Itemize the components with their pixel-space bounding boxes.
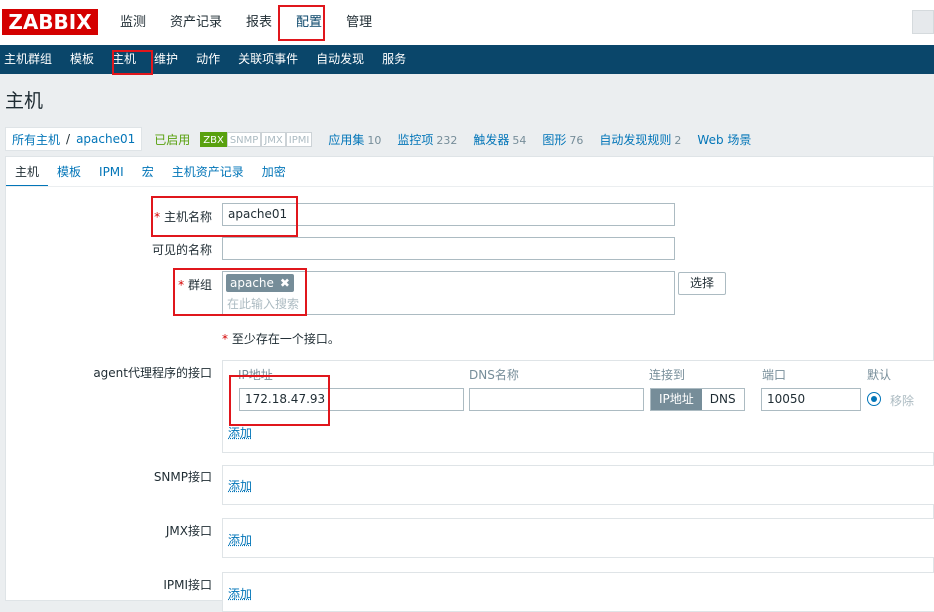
highlight-hosts-subnav [112,50,153,75]
stat-count: 2 [674,133,682,147]
stat-label: 监控项 [397,132,434,147]
nav-reports[interactable]: 报表 [234,0,284,45]
host-form-panel: 主机 模板 IPMI 宏 主机资产记录 加密 * 主机名称 apache01 可… [5,156,934,612]
snmp-add-link[interactable]: 添加 [228,477,252,494]
breadcrumb-box: 所有主机 / apache01 [5,127,143,151]
ipmi-interface-label: IPMI接口 [163,578,212,592]
default-interface-radio[interactable] [867,392,881,406]
stat-items[interactable]: 监控项 232 [397,131,457,148]
tab-macros[interactable]: 宏 [133,157,163,187]
badge-zbx: ZBX [200,131,227,147]
agent-add-link[interactable]: 添加 [228,424,252,441]
ipmi-interface-box [222,572,934,612]
search-field[interactable] [912,10,934,34]
snmp-interface-box [222,465,934,505]
connect-to-toggle: IP地址 DNS [650,388,745,411]
jmx-interface-box [222,518,934,558]
tab-templates[interactable]: 模板 [48,157,90,187]
stat-count: 76 [569,133,584,147]
stat-label: 触发器 [473,132,510,147]
stat-label: 应用集 [328,132,365,147]
tabs-divider [6,186,933,187]
subnav-templates[interactable]: 模板 [61,45,103,74]
main-nav: 监测 资产记录 报表 配置 管理 [108,0,384,45]
connect-ip-option[interactable]: IP地址 [651,389,702,410]
visible-name-input[interactable] [222,237,675,260]
subnav-services[interactable]: 服务 [373,45,415,74]
visible-name-label: 可见的名称 [151,243,212,257]
tab-encryption[interactable]: 加密 [253,157,295,187]
stat-graphs[interactable]: 图形 76 [542,131,583,148]
col-header-dns: DNS名称 [469,368,519,382]
stat-count: 232 [436,133,458,147]
dns-name-input[interactable] [469,388,644,411]
breadcrumb-current-host[interactable]: apache01 [76,132,135,146]
highlight-groups [173,268,307,316]
top-header: ZABBIX 监测 资产记录 报表 配置 管理 [0,0,934,45]
interface-required-note: * 至少存在一个接口。 [222,330,340,347]
tab-host[interactable]: 主机 [6,157,49,187]
interface-note-text: 至少存在一个接口。 [231,332,340,346]
page-title: 主机 [5,90,44,112]
form-tabs: 主机 模板 IPMI 宏 主机资产记录 加密 [6,157,295,187]
breadcrumb-separator: / [66,132,71,146]
availability-badges: ZBX SNMP JMX IPMI [200,131,313,147]
col-header-connect: 连接到 [649,368,686,382]
badge-jmx: JMX [261,131,286,147]
col-header-default: 默认 [867,368,892,382]
breadcrumb: 所有主机 / apache01 已启用 ZBX SNMP JMX IPMI 应用… [5,126,751,152]
col-header-port: 端口 [762,368,787,382]
highlight-host-name [151,196,298,237]
nav-monitoring[interactable]: 监测 [108,0,158,45]
stat-label: 自动发现规则 [599,132,672,147]
remove-interface-link[interactable]: 移除 [890,392,914,409]
subnav-host-groups[interactable]: 主机群组 [0,45,61,74]
required-mark: * [222,332,228,346]
select-groups-button[interactable]: 选择 [678,272,726,295]
stat-count: 54 [512,133,527,147]
snmp-interface-label: SNMP接口 [153,470,212,484]
jmx-add-link[interactable]: 添加 [228,531,252,548]
highlight-config-nav [278,5,325,41]
stat-triggers[interactable]: 触发器 54 [473,131,526,148]
stat-web-scenarios[interactable]: Web 场景 [697,131,751,148]
stat-label: 图形 [542,132,567,147]
nav-inventory[interactable]: 资产记录 [158,0,234,45]
agent-interface-label: agent代理程序的接口 [93,366,212,380]
stat-applications[interactable]: 应用集 10 [328,131,381,148]
stat-discovery-rules[interactable]: 自动发现规则 2 [599,131,681,148]
zabbix-logo[interactable]: ZABBIX [2,9,98,35]
status-enabled[interactable]: 已启用 [154,131,190,148]
ipmi-add-link[interactable]: 添加 [228,585,252,602]
subnav-correlation[interactable]: 关联项事件 [229,45,307,74]
stat-label: Web 场景 [697,132,752,147]
badge-snmp: SNMP [226,131,262,147]
highlight-ip-address [229,375,330,426]
tab-ipmi[interactable]: IPMI [90,157,133,187]
jmx-interface-label: JMX接口 [165,524,212,538]
stat-count: 10 [367,133,382,147]
subnav-actions[interactable]: 动作 [187,45,229,74]
subnav-discovery[interactable]: 自动发现 [307,45,373,74]
connect-dns-option[interactable]: DNS [701,389,744,410]
breadcrumb-all-hosts[interactable]: 所有主机 [12,131,60,148]
port-input[interactable]: 10050 [761,388,861,411]
nav-administration[interactable]: 管理 [334,0,384,45]
badge-ipmi: IPMI [285,131,313,147]
tab-inventory[interactable]: 主机资产记录 [163,157,253,187]
